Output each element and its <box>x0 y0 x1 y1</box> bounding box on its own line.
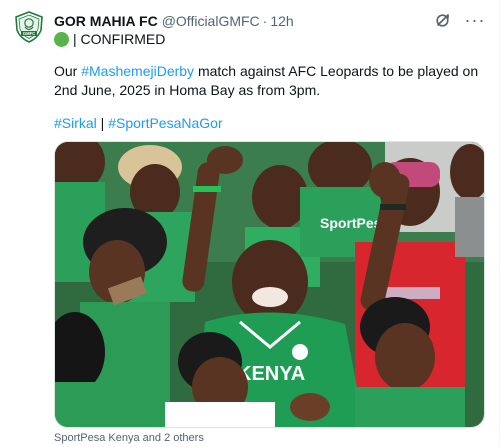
fans-celebrating-photo: SportPesa KENYA <box>55 142 484 427</box>
tweet-actions-top: ··· <box>433 10 485 30</box>
hashtag-link-sirkal[interactable]: #Sirkal <box>54 115 97 131</box>
handle[interactable]: @OfficialGMFC <box>162 13 260 29</box>
green-circle-emoji-icon <box>54 31 69 47</box>
status-text: | CONFIRMED <box>73 31 166 47</box>
display-name[interactable]: GOR MAHIA FC <box>54 13 158 29</box>
tweet-text: Our #MashemejiDerby match against AFC Le… <box>54 62 484 100</box>
hashtag-link-derby[interactable]: #MashemejiDerby <box>81 63 194 79</box>
gor-mahia-crest-icon: GMFC <box>15 11 43 43</box>
hashtag-line: #Sirkal | #SportPesaNaGor <box>54 114 223 132</box>
hashtag-separator: | <box>96 115 109 131</box>
svg-text:GMFC: GMFC <box>23 31 35 36</box>
tweet-header: GOR MAHIA FC @OfficialGMFC · 12h <box>54 11 294 31</box>
hashtag-link-sportpesanagor[interactable]: #SportPesaNaGor <box>108 115 222 131</box>
avatar[interactable]: GMFC <box>12 10 46 44</box>
separator-dot: · <box>262 13 268 29</box>
tweet-media-photo[interactable]: SportPesa KENYA <box>54 141 485 428</box>
tweet-card[interactable]: GMFC GOR MAHIA FC @OfficialGMFC · 12h ··… <box>0 0 500 447</box>
status-line: | CONFIRMED <box>54 30 165 48</box>
grok-icon[interactable] <box>433 10 453 30</box>
timestamp[interactable]: 12h <box>270 13 293 29</box>
tagged-users[interactable]: SportPesa Kenya and 2 others <box>54 432 204 444</box>
more-options-icon[interactable]: ··· <box>465 10 485 30</box>
tweet-text-prefix: Our <box>54 63 82 79</box>
